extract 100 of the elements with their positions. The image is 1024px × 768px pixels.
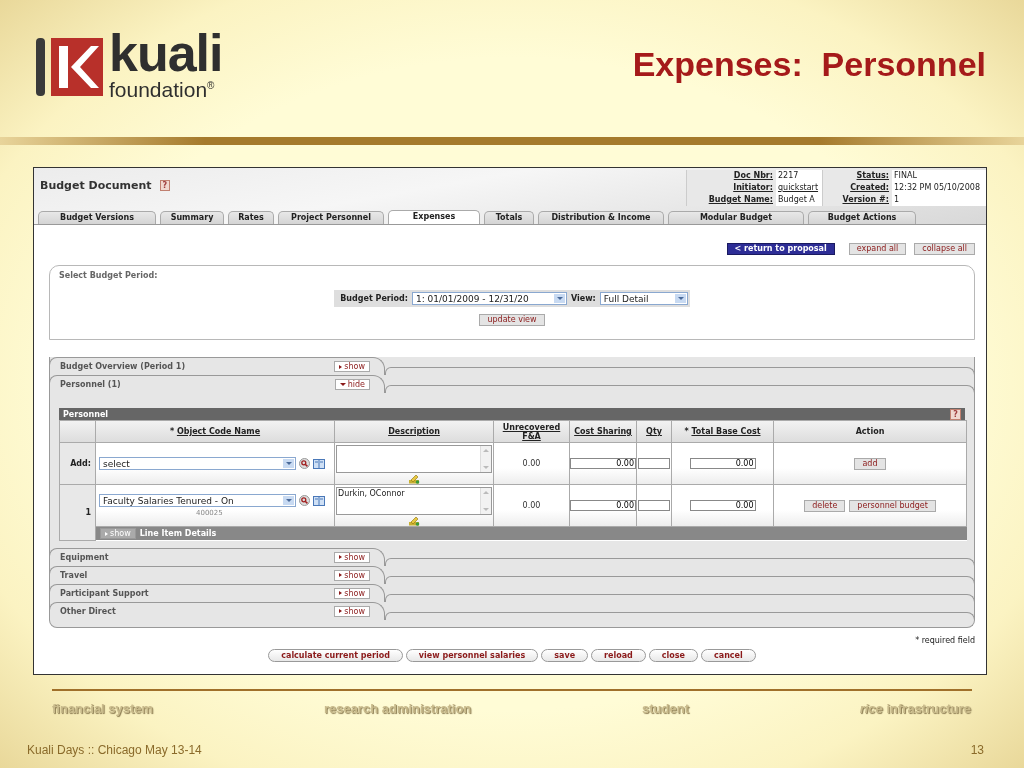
info-value: FINAL (892, 170, 986, 182)
info-value: Budget A (776, 194, 822, 206)
book-icon (313, 458, 325, 469)
info-label: Created: (822, 182, 892, 194)
page-number: 13 (970, 743, 984, 757)
help-icon[interactable]: ? (950, 408, 961, 420)
search-icon (299, 458, 310, 469)
tab[interactable]: Rates (228, 211, 274, 224)
info-label: Initiator: (686, 182, 776, 194)
info-label: Budget Name: (686, 194, 776, 206)
quantity-field[interactable] (638, 500, 670, 511)
help-icon[interactable]: ? (159, 179, 171, 191)
toggle-button[interactable]: show (334, 587, 370, 599)
field-label: View: (570, 294, 596, 303)
column-header-link[interactable]: * Object Code Name (169, 427, 261, 436)
book-icon (313, 495, 325, 506)
info-label: Doc Nbr: (686, 170, 776, 182)
event-name: Kuali Days :: Chicago May 13-14 (27, 743, 202, 757)
panel-title: Select Budget Period: (58, 270, 159, 282)
button[interactable]: < return to proposal (726, 243, 835, 255)
logo-tagline: foundation$^{®}$ (109, 76, 216, 101)
toggle-button[interactable]: show (334, 569, 370, 581)
button[interactable]: delete (804, 499, 846, 512)
button[interactable]: personnel budget (849, 499, 936, 512)
section-title: Participant Support (60, 588, 149, 598)
section-header[interactable]: Other Direct show (49, 601, 385, 620)
button[interactable]: view personnel salaries (405, 648, 539, 662)
column-header-link[interactable]: Qty (646, 427, 662, 436)
button[interactable]: cancel (701, 648, 756, 662)
toggle-button[interactable]: hide (334, 379, 370, 390)
tab[interactable]: Summary (160, 211, 224, 224)
tab[interactable]: Budget Actions (808, 211, 916, 224)
required-note: * required field (914, 635, 975, 645)
table-title: Personnel (63, 409, 109, 419)
slide-title: Expenses: Personnel (632, 45, 986, 84)
table-cell: 0.00 (493, 484, 570, 527)
section-title: Equipment (60, 552, 109, 562)
product-name: research administration (323, 701, 472, 716)
button[interactable]: add (854, 457, 886, 470)
product-name: student (642, 701, 689, 716)
caret-icon (283, 496, 294, 505)
button[interactable]: calculate current period (268, 648, 403, 662)
caret-icon (674, 294, 686, 303)
select-field[interactable]: Full Detail (599, 292, 688, 305)
tab[interactable]: Modular Budget (668, 211, 804, 224)
text-area[interactable]: Durkin, OConnor (336, 487, 492, 515)
caret-icon (553, 294, 565, 303)
row-header: 1 (59, 484, 96, 540)
tab[interactable]: Budget Versions (38, 211, 156, 224)
button[interactable]: save (541, 648, 589, 662)
tab[interactable]: Totals (484, 211, 534, 224)
section-header[interactable]: Personnel (1) hide (49, 375, 385, 393)
select-field[interactable]: select (99, 457, 296, 470)
info-link[interactable]: quickstart (776, 182, 822, 194)
toggle-button[interactable]: show (334, 361, 370, 372)
search-icon (299, 495, 310, 506)
section-header[interactable]: Equipment show (49, 547, 385, 566)
details-label: Line Item Details (139, 529, 217, 538)
column-header: Action (855, 427, 885, 436)
button[interactable]: reload (591, 648, 646, 662)
product-name: financial system (52, 701, 154, 716)
amount-field[interactable]: 0.00 (689, 500, 756, 511)
amount-field[interactable]: 0.00 (570, 500, 636, 511)
section-title: Other Direct (60, 606, 116, 616)
table-cell: 0.00 (493, 442, 570, 485)
logo-wordmark: kuali (109, 30, 223, 75)
pencil-icon (408, 474, 420, 484)
info-label: Version #: (822, 194, 892, 206)
column-header-link[interactable]: Unrecovered F&A (494, 422, 569, 441)
document-title: Budget Document (40, 178, 152, 192)
update-view-button[interactable]: update view (479, 314, 545, 326)
section-title: Budget Overview (Period 1) (60, 362, 186, 371)
button[interactable]: expand all (848, 243, 907, 255)
section-header[interactable]: Participant Support show (49, 583, 385, 602)
amount-field[interactable]: 0.00 (570, 458, 636, 469)
section-title: Travel (60, 570, 88, 580)
amount-field[interactable]: 0.00 (689, 458, 756, 469)
tab[interactable]: Distribution & Income (538, 211, 664, 224)
section-header[interactable]: Travel show (49, 565, 385, 584)
button[interactable]: collapse all (914, 243, 975, 255)
info-value: 12:32 PM 05/10/2008 (892, 182, 986, 194)
select-field[interactable]: Faculty Salaries Tenured - On (99, 494, 296, 507)
section-header[interactable]: Budget Overview (Period 1) show (49, 357, 385, 375)
quantity-field[interactable] (638, 458, 670, 469)
column-header-link[interactable]: Description (388, 427, 440, 436)
toggle-button[interactable]: show (334, 605, 370, 617)
info-value: 1 (892, 194, 986, 206)
tab[interactable]: Project Personnel (278, 211, 384, 224)
select-field[interactable]: 1: 01/01/2009 - 12/31/20 (411, 292, 567, 305)
section-title: Personnel (1) (60, 380, 121, 389)
toggle-button[interactable]: show (334, 551, 370, 563)
caret-icon (283, 459, 294, 468)
product-name: rice infrastructure (859, 701, 971, 716)
row-header: Add: (59, 442, 96, 485)
text-area[interactable] (336, 445, 492, 473)
button[interactable]: close (648, 648, 698, 662)
tab[interactable]: Expenses (388, 210, 480, 224)
info-label: Status: (822, 170, 892, 182)
field-label: Budget Period: (340, 294, 408, 303)
info-value: 2217 (776, 170, 822, 182)
